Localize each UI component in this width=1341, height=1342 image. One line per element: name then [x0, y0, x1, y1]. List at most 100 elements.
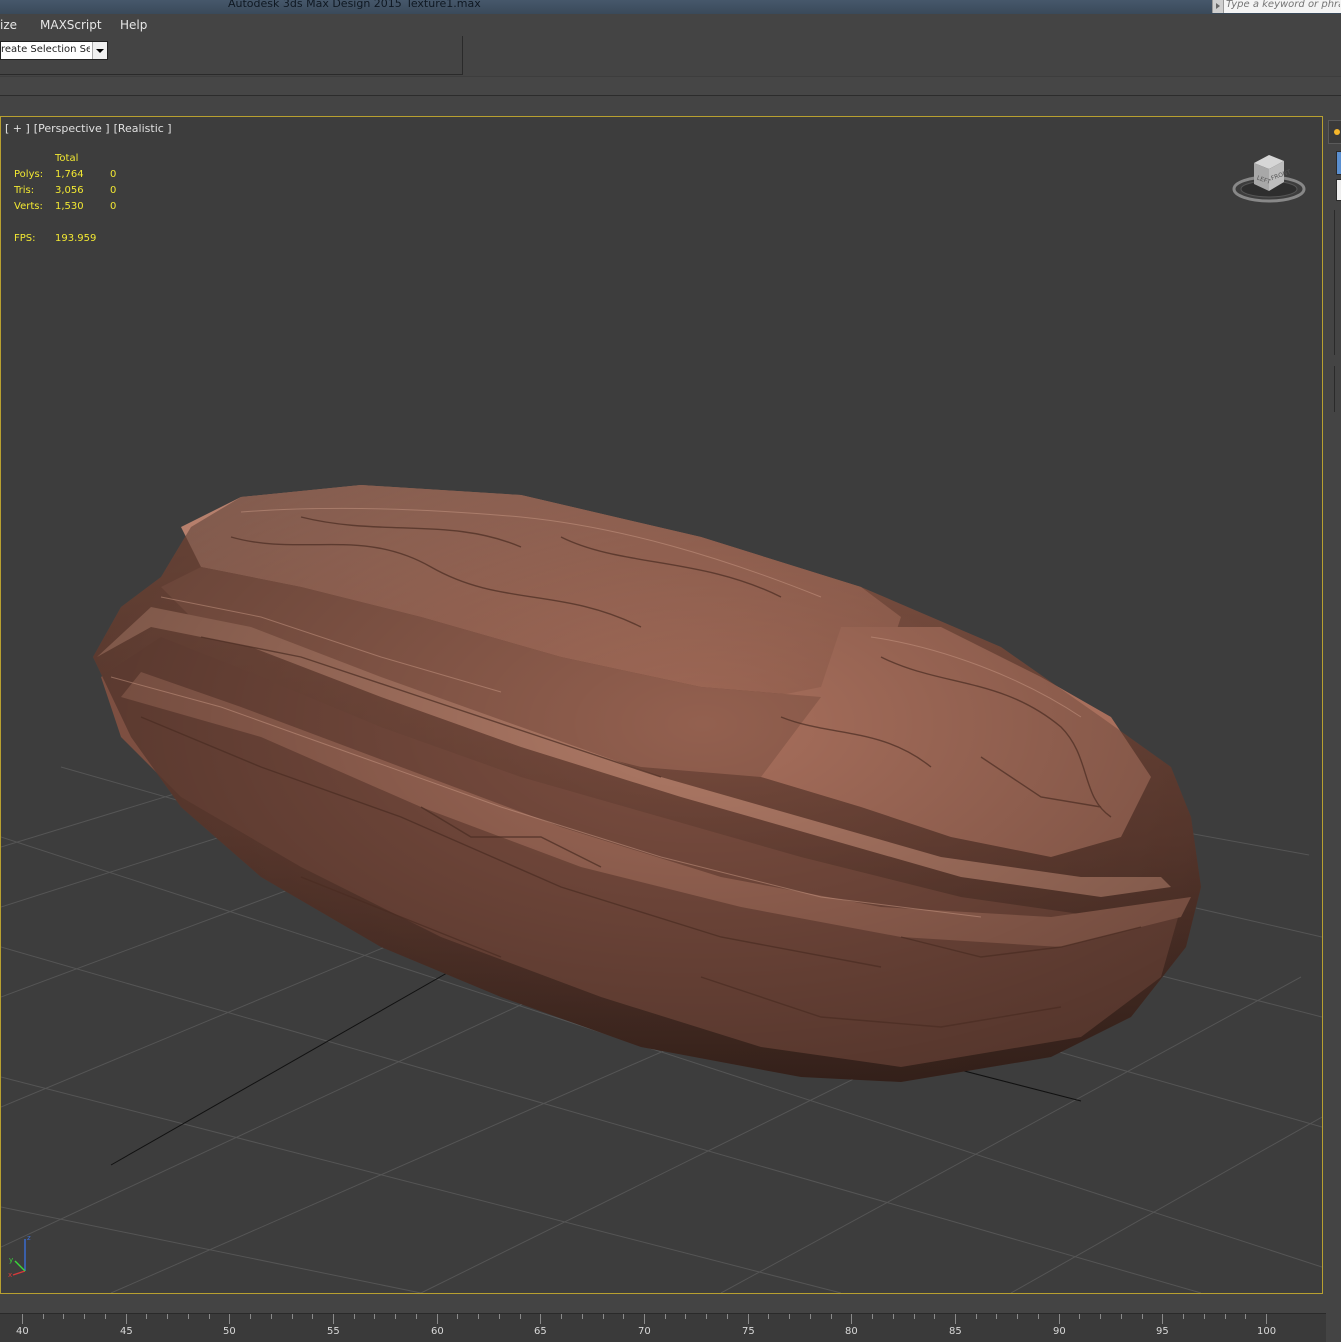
timeline-tick: [582, 1314, 583, 1319]
timeline-tick: [872, 1314, 873, 1319]
timeline-tick: [748, 1314, 749, 1324]
command-panel: [1326, 116, 1341, 1294]
viewport-point-of-view[interactable]: [Perspective ]: [34, 122, 110, 135]
timeline-tick: [685, 1314, 686, 1319]
timeline-tick: [1245, 1314, 1246, 1319]
timeline-tick: [105, 1314, 106, 1319]
timeline-tick: [1266, 1314, 1267, 1324]
timeline-tick: [416, 1314, 417, 1319]
stats-verts-label: Verts:: [14, 201, 43, 212]
timeline-frame-label: 40: [16, 1326, 29, 1337]
search-box[interactable]: [1212, 0, 1341, 13]
timeline-tick: [1162, 1314, 1163, 1324]
timeline-tick: [976, 1314, 977, 1319]
timeline-tick: [1225, 1314, 1226, 1319]
create-tab-icon[interactable]: [1328, 120, 1341, 144]
timeline-tick: [292, 1314, 293, 1319]
timeline-tick: [644, 1314, 645, 1324]
timeline-tick: [810, 1314, 811, 1319]
search-expand-icon[interactable]: [1213, 0, 1224, 13]
timeline-tick: [1017, 1314, 1018, 1319]
stats-polys-total: 1,764: [55, 169, 84, 180]
timeline-tick: [126, 1314, 127, 1324]
divider: [0, 95, 1341, 96]
rock-mesh: [93, 485, 1201, 1082]
timeline-frame-label: 75: [742, 1326, 755, 1337]
search-input[interactable]: [1226, 0, 1340, 11]
timeline-tick: [665, 1314, 666, 1319]
rollout-panel-2: [1334, 366, 1341, 412]
menu-customize[interactable]: ize: [0, 18, 17, 32]
axis-y-label: y: [9, 1256, 13, 1264]
viewport-scene: [1, 485, 1322, 1293]
timeline-tick: [63, 1314, 64, 1319]
stats-tris-selected: 0: [110, 185, 117, 196]
timeline-tick: [354, 1314, 355, 1319]
timeline-tick: [540, 1314, 541, 1324]
timeline-tick: [851, 1314, 852, 1324]
timeline-tick: [1059, 1314, 1060, 1324]
timeline-tick: [167, 1314, 168, 1319]
viewport-label[interactable]: [ + ] [Perspective ] [Realistic ]: [5, 122, 176, 135]
timeline-tick: [395, 1314, 396, 1319]
chevron-down-icon[interactable]: [92, 42, 107, 59]
timeline-tick: [312, 1314, 313, 1319]
selection-set-value: Create Selection Se: [0, 44, 90, 55]
timeline-tick: [1142, 1314, 1143, 1319]
fps-label: FPS:: [14, 233, 36, 244]
app-title: Autodesk 3ds Max Design 2015: [228, 0, 402, 10]
timeline-tick: [996, 1314, 997, 1319]
stats-verts-selected: 0: [110, 201, 117, 212]
timeline-tick: [893, 1314, 894, 1319]
timeline-frame-label: 95: [1156, 1326, 1169, 1337]
timeline-tick: [437, 1314, 438, 1324]
timeline-tick: [271, 1314, 272, 1319]
timeline-frame-label: 70: [638, 1326, 651, 1337]
category-button[interactable]: [1336, 151, 1341, 175]
timeline-tick: [457, 1314, 458, 1319]
timeline-frame-label: 90: [1053, 1326, 1066, 1337]
title-bar: Autodesk 3ds Max Design 2015 Texture1.ma…: [0, 0, 1341, 14]
rollout-panel: [1334, 210, 1341, 355]
selection-set-dropdown[interactable]: Create Selection Se: [0, 41, 108, 60]
timeline-tick: [561, 1314, 562, 1319]
stats-header: Total: [55, 153, 79, 164]
perspective-viewport[interactable]: [ + ] [Perspective ] [Realistic ] Total Po…: [0, 116, 1323, 1294]
stats-tris-total: 3,056: [55, 185, 84, 196]
timeline-tick: [478, 1314, 479, 1319]
viewcube-icon[interactable]: LEFT FRONT: [1229, 149, 1309, 209]
timeline-tick: [333, 1314, 334, 1324]
timeline-tick: [1121, 1314, 1122, 1319]
timeline-tick: [229, 1314, 230, 1324]
timeline-tick: [727, 1314, 728, 1319]
timeline-tick: [955, 1314, 956, 1324]
timeline-tick: [499, 1314, 500, 1319]
timeline-frame-label: 45: [120, 1326, 133, 1337]
object-type-field[interactable]: [1336, 179, 1341, 201]
timeline-tick: [603, 1314, 604, 1319]
timeline-tick: [789, 1314, 790, 1319]
timeline-tick: [1204, 1314, 1205, 1319]
timeline-tick: [22, 1314, 23, 1324]
stats-polys-selected: 0: [110, 169, 117, 180]
timeline-tick: [768, 1314, 769, 1319]
timeline-tick: [374, 1314, 375, 1319]
timeline-tick: [1183, 1314, 1184, 1319]
menu-help[interactable]: Help: [120, 18, 147, 32]
ribbon-strip: [0, 76, 1341, 96]
timeline-frame-label: 85: [949, 1326, 962, 1337]
timeline-tick: [934, 1314, 935, 1319]
timeline-frame-label: 60: [431, 1326, 444, 1337]
menu-maxscript[interactable]: MAXScript: [40, 18, 102, 32]
timeline-tick: [43, 1314, 44, 1319]
timeline-frame-label: 55: [327, 1326, 340, 1337]
timeline-frame-label: 100: [1257, 1326, 1277, 1337]
timeline-tick: [146, 1314, 147, 1319]
stats-tris-label: Tris:: [14, 185, 35, 196]
track-bar[interactable]: [0, 1313, 1326, 1342]
timeline-tick: [706, 1314, 707, 1319]
viewport-menu-plus[interactable]: [ + ]: [5, 122, 30, 135]
axis-x-label: x: [8, 1271, 12, 1279]
viewport-shading-mode[interactable]: [Realistic ]: [114, 122, 172, 135]
axis-z-label: z: [27, 1234, 31, 1242]
